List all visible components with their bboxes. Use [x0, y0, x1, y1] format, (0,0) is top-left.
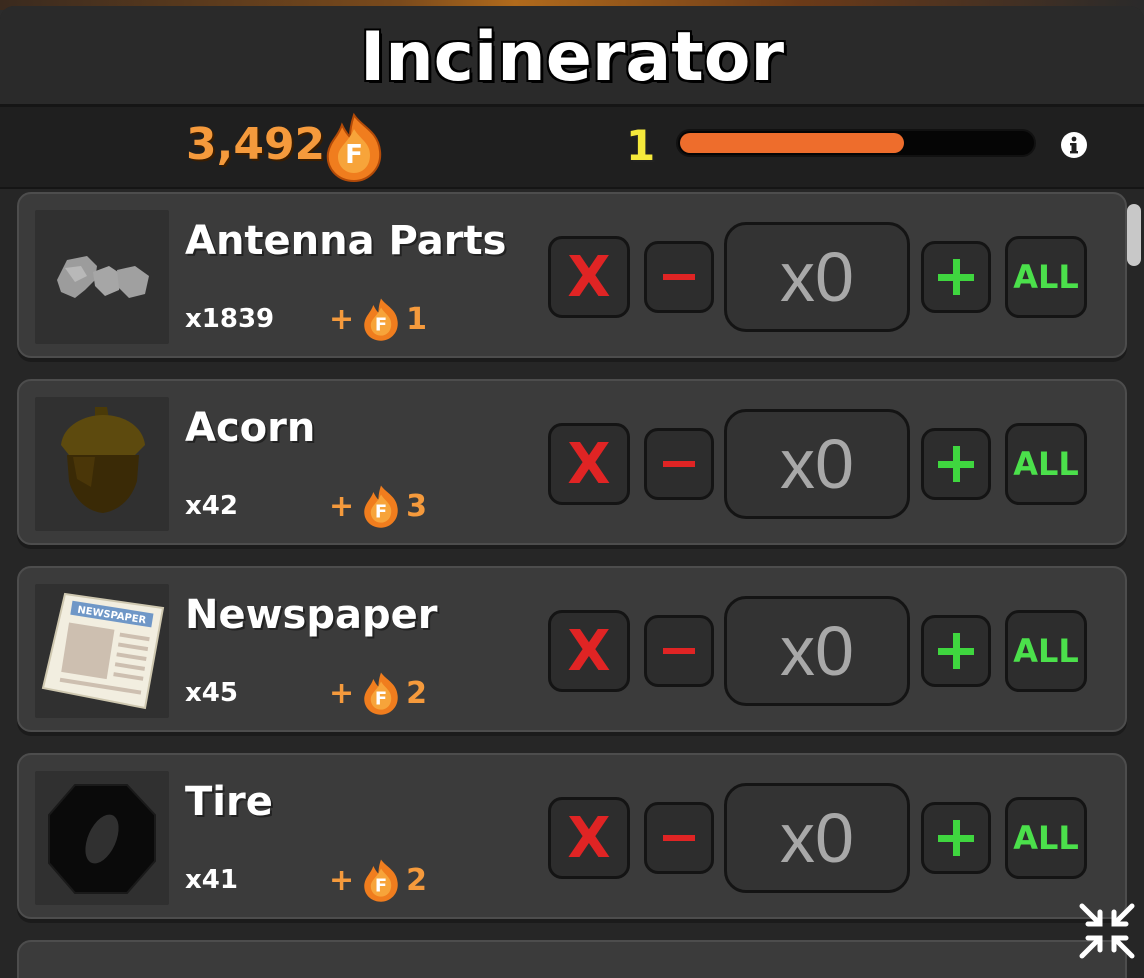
quantity-field[interactable]: x0 — [724, 783, 910, 893]
svg-text:F: F — [375, 876, 387, 897]
reward-plus: + — [329, 862, 355, 898]
item-count: x42 — [185, 491, 238, 521]
newspaper-icon: NEWSPAPER — [41, 592, 165, 710]
decrease-button[interactable] — [644, 428, 714, 500]
level-number: 1 — [626, 121, 656, 170]
select-all-button[interactable]: ALL — [1005, 236, 1087, 318]
item-reward: + F 3 — [329, 481, 427, 531]
level-progress-fill — [680, 133, 904, 153]
level-progress-bar — [676, 129, 1036, 157]
reward-plus: + — [329, 301, 355, 337]
item-count: x41 — [185, 865, 238, 895]
panel-header: Incinerator — [0, 6, 1144, 107]
remove-label: X — [567, 431, 611, 497]
list-item — [17, 940, 1127, 978]
plus-icon — [938, 259, 974, 295]
minus-icon — [663, 461, 695, 467]
info-icon[interactable] — [1060, 131, 1088, 159]
quantity-field[interactable]: x0 — [724, 409, 910, 519]
decrease-button[interactable] — [644, 241, 714, 313]
svg-text:F: F — [375, 689, 387, 710]
all-label: ALL — [1013, 632, 1079, 670]
item-name: Antenna Parts — [185, 218, 507, 264]
antenna-parts-icon — [57, 256, 149, 298]
collapse-icon[interactable] — [1076, 900, 1138, 962]
item-reward: + F 2 — [329, 668, 427, 718]
minus-icon — [663, 274, 695, 280]
svg-text:F: F — [375, 502, 387, 523]
select-all-button[interactable]: ALL — [1005, 423, 1087, 505]
item-count: x45 — [185, 678, 238, 708]
fuel-flame-icon: F — [326, 112, 382, 183]
quantity-field[interactable]: x0 — [724, 222, 910, 332]
list-item: NEWSPAPER Newspaper x45 + F 2 X x0 ALL — [17, 566, 1127, 732]
svg-text:F: F — [375, 315, 387, 336]
item-thumbnail — [35, 210, 169, 344]
list-item: Acorn x42 + F 3 X x0 ALL — [17, 379, 1127, 545]
all-label: ALL — [1013, 819, 1079, 857]
remove-button[interactable]: X — [548, 797, 630, 879]
minus-icon — [663, 648, 695, 654]
reward-value: 1 — [406, 301, 428, 337]
select-all-button[interactable]: ALL — [1005, 610, 1087, 692]
increase-button[interactable] — [921, 615, 991, 687]
reward-plus: + — [329, 488, 355, 524]
item-name: Acorn — [185, 405, 316, 451]
fuel-flame-icon: F — [364, 859, 398, 902]
decrease-button[interactable] — [644, 615, 714, 687]
all-label: ALL — [1013, 445, 1079, 483]
minus-icon — [663, 835, 695, 841]
select-all-button[interactable]: ALL — [1005, 797, 1087, 879]
increase-button[interactable] — [921, 241, 991, 313]
item-name: Newspaper — [185, 592, 438, 638]
increase-button[interactable] — [921, 802, 991, 874]
list-item: Antenna Parts x1839 + F 1 X x0 ALL — [17, 192, 1127, 358]
fuel-amount: 3,492 — [186, 119, 326, 170]
page-title: Incinerator — [359, 18, 785, 97]
incinerator-panel: Incinerator 3,492 F 1 Antenna Parts x183… — [0, 6, 1144, 978]
reward-plus: + — [329, 675, 355, 711]
fuel-flame-icon: F — [364, 298, 398, 341]
list-item: Tire x41 + F 2 X x0 ALL — [17, 753, 1127, 919]
all-label: ALL — [1013, 258, 1079, 296]
fuel-flame-icon: F — [364, 672, 398, 715]
remove-label: X — [567, 244, 611, 310]
tire-icon — [48, 784, 156, 894]
item-list: Antenna Parts x1839 + F 1 X x0 ALL Acorn… — [0, 189, 1144, 978]
decrease-button[interactable] — [644, 802, 714, 874]
plus-icon — [938, 633, 974, 669]
stats-bar: 3,492 F 1 — [0, 107, 1144, 189]
item-thumbnail — [35, 771, 169, 905]
item-thumbnail — [35, 397, 169, 531]
remove-label: X — [567, 805, 611, 871]
scrollbar[interactable] — [1127, 204, 1141, 266]
remove-button[interactable]: X — [548, 236, 630, 318]
reward-value: 2 — [406, 675, 428, 711]
plus-icon — [938, 820, 974, 856]
item-reward: + F 2 — [329, 855, 427, 905]
acorn-icon — [61, 407, 145, 513]
svg-text:F: F — [345, 140, 363, 170]
reward-value: 2 — [406, 862, 428, 898]
remove-button[interactable]: X — [548, 423, 630, 505]
fuel-flame-icon: F — [364, 485, 398, 528]
quantity-field[interactable]: x0 — [724, 596, 910, 706]
increase-button[interactable] — [921, 428, 991, 500]
remove-button[interactable]: X — [548, 610, 630, 692]
plus-icon — [938, 446, 974, 482]
remove-label: X — [567, 618, 611, 684]
item-thumbnail: NEWSPAPER — [35, 584, 169, 718]
item-name: Tire — [185, 779, 273, 825]
item-count: x1839 — [185, 304, 275, 334]
reward-value: 3 — [406, 488, 428, 524]
item-reward: + F 1 — [329, 294, 427, 344]
